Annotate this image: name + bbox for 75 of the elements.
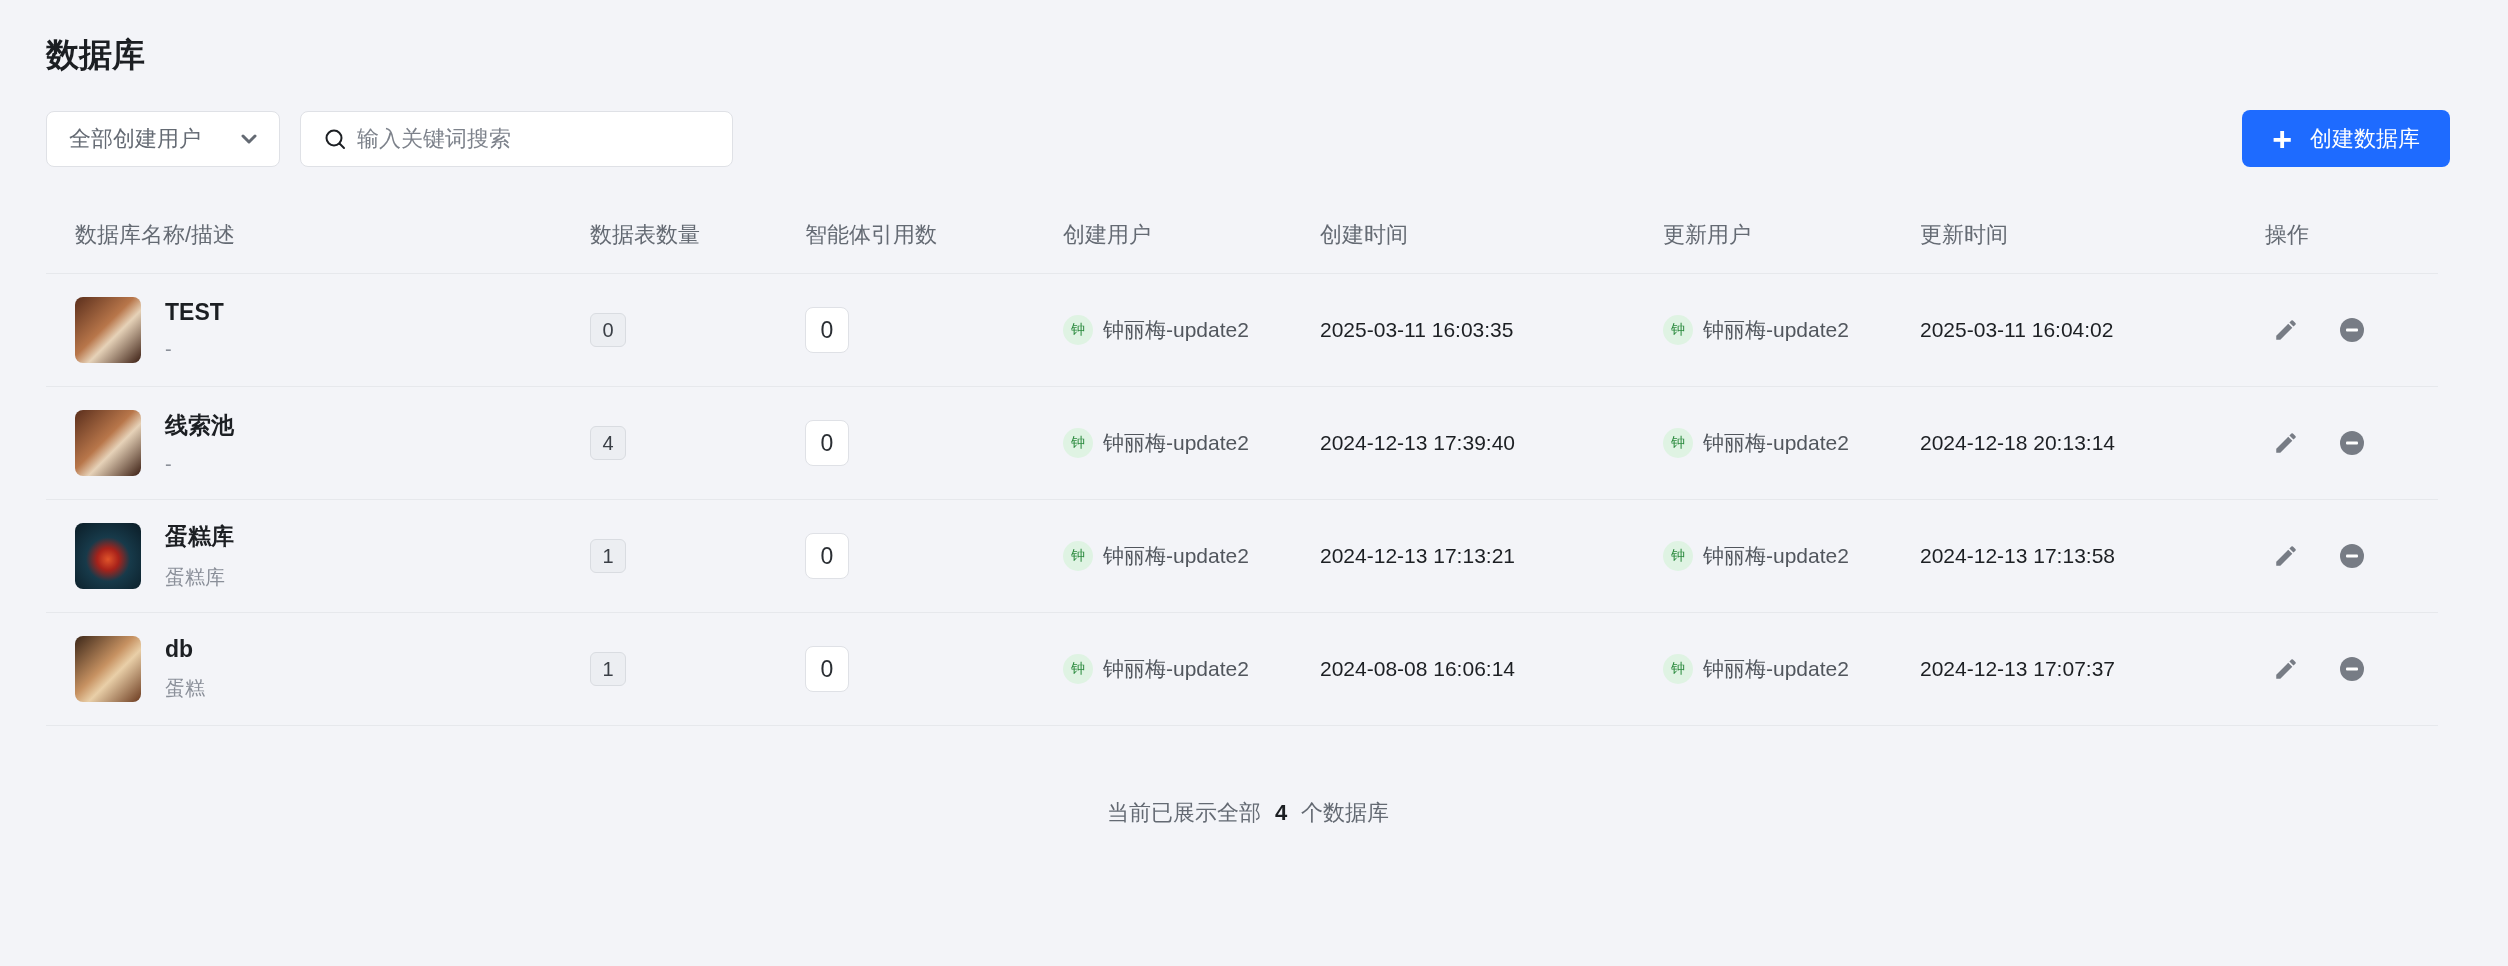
updater-name: 钟丽梅-update2 [1703, 656, 1849, 682]
table-count: 1 [590, 652, 626, 686]
edit-button[interactable] [2273, 317, 2299, 343]
pencil-icon [2273, 543, 2299, 569]
minus-circle-icon [2339, 430, 2365, 456]
created-time: 2024-12-13 17:39:40 [1320, 431, 1515, 454]
user-avatar: 钟 [1663, 315, 1693, 345]
creator-name: 钟丽梅-update2 [1103, 317, 1249, 343]
minus-circle-icon [2339, 656, 2365, 682]
edit-button[interactable] [2273, 430, 2299, 456]
user-avatar: 钟 [1663, 541, 1693, 571]
updater-name: 钟丽梅-update2 [1703, 543, 1849, 569]
database-name: 蛋糕库 [165, 522, 234, 551]
user-avatar: 钟 [1063, 654, 1093, 684]
column-header: 创建时间 [1320, 222, 1408, 247]
delete-button[interactable] [2339, 317, 2365, 343]
database-name: TEST [165, 299, 224, 326]
user-avatar: 钟 [1663, 428, 1693, 458]
edit-button[interactable] [2273, 543, 2299, 569]
creator-name: 钟丽梅-update2 [1103, 656, 1249, 682]
database-description: 蛋糕 [165, 676, 205, 701]
create-database-button[interactable]: + 创建数据库 [2242, 110, 2450, 167]
database-description: - [165, 453, 173, 476]
database-description: 蛋糕库 [165, 565, 226, 590]
pencil-icon [2273, 317, 2299, 343]
user-avatar: 钟 [1063, 428, 1093, 458]
search-icon [324, 127, 346, 150]
creator-name: 钟丽梅-update2 [1103, 430, 1249, 456]
database-thumbnail [75, 636, 141, 702]
agent-reference-count: 0 [805, 533, 849, 579]
database-name: 线索池 [165, 411, 234, 440]
edit-button[interactable] [2273, 656, 2299, 682]
updated-time: 2024-12-13 17:07:37 [1920, 657, 2115, 680]
table-count: 4 [590, 426, 626, 460]
user-avatar: 钟 [1663, 654, 1693, 684]
footer-summary: 当前已展示全部 4 个数据库 [1105, 799, 1391, 827]
database-thumbnail [75, 523, 141, 589]
agent-reference-count: 0 [805, 420, 849, 466]
column-header: 数据表数量 [590, 222, 700, 247]
column-header: 智能体引用数 [805, 222, 937, 247]
column-header: 更新时间 [1920, 222, 2008, 247]
creator-filter-dropdown[interactable]: 全部创建用户 [46, 110, 280, 167]
minus-circle-icon [2339, 543, 2365, 569]
database-name: db [165, 636, 195, 663]
user-avatar: 钟 [1063, 315, 1093, 345]
column-header: 创建用户 [1063, 222, 1151, 247]
agent-reference-count: 0 [805, 646, 849, 692]
created-time: 2025-03-11 16:03:35 [1320, 318, 1514, 341]
column-header: 更新用户 [1663, 222, 1751, 247]
column-header: 数据库名称/描述 [75, 222, 236, 247]
database-thumbnail [75, 297, 141, 363]
pencil-icon [2273, 656, 2299, 682]
column-header: 操作 [2265, 222, 2309, 247]
database-description: - [165, 338, 173, 361]
user-avatar: 钟 [1063, 541, 1093, 571]
delete-button[interactable] [2339, 430, 2365, 456]
page-title: 数据库 [46, 35, 146, 75]
pencil-icon [2273, 430, 2299, 456]
search-field[interactable]: 输入关键词搜索 [300, 110, 733, 167]
chevron-down-icon [241, 133, 257, 144]
updated-time: 2025-03-11 16:04:02 [1920, 318, 2114, 341]
minus-circle-icon [2339, 317, 2365, 343]
updater-name: 钟丽梅-update2 [1703, 317, 1849, 343]
updater-name: 钟丽梅-update2 [1703, 430, 1849, 456]
table-count: 1 [590, 539, 626, 573]
updated-time: 2024-12-18 20:13:14 [1920, 431, 2115, 454]
database-thumbnail [75, 410, 141, 476]
creator-name: 钟丽梅-update2 [1103, 543, 1249, 569]
created-time: 2024-12-13 17:13:21 [1320, 544, 1515, 567]
created-time: 2024-08-08 16:06:14 [1320, 657, 1515, 680]
agent-reference-count: 0 [805, 307, 849, 353]
updated-time: 2024-12-13 17:13:58 [1920, 544, 2115, 567]
table-count: 0 [590, 313, 626, 347]
delete-button[interactable] [2339, 543, 2365, 569]
delete-button[interactable] [2339, 656, 2365, 682]
